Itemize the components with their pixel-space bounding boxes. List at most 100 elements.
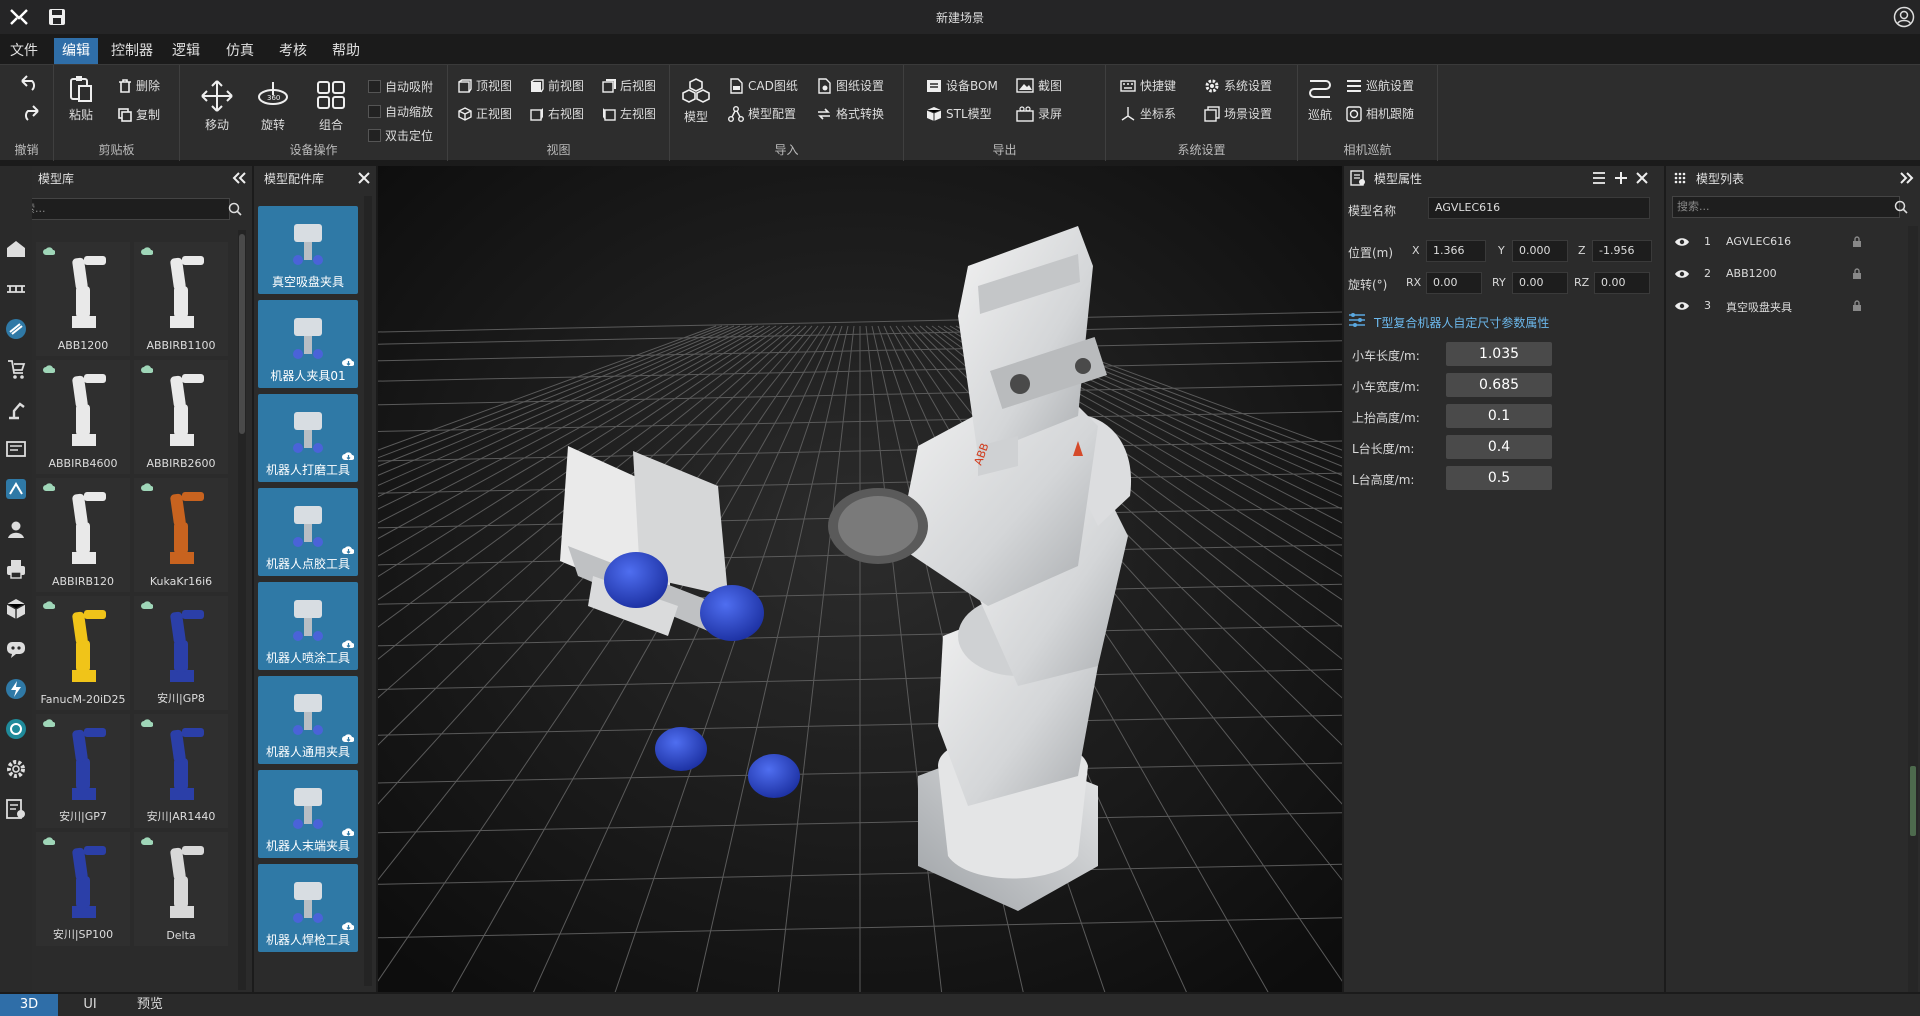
accessory-tile[interactable]: 机器人夹具01 — [258, 300, 358, 388]
sensor-icon[interactable] — [5, 718, 27, 740]
machine-icon[interactable] — [5, 438, 27, 460]
back-view-button[interactable]: 后视图 — [602, 77, 656, 94]
model-tile[interactable]: 安川|GP7 — [36, 714, 130, 828]
copy-button[interactable]: 复制 — [118, 106, 160, 123]
search-icon[interactable] — [228, 202, 242, 216]
model-tile[interactable]: ABB1200 — [36, 242, 130, 356]
search-icon[interactable] — [1894, 200, 1908, 214]
model-search-input[interactable]: 搜索... — [8, 198, 230, 220]
lock-icon[interactable] — [1852, 300, 1862, 312]
move-button[interactable]: 移动 — [200, 79, 234, 133]
lightning-icon[interactable] — [5, 678, 27, 700]
model-list-scrollbar[interactable] — [1908, 226, 1918, 992]
model-list-search-input[interactable]: 搜索... — [1672, 196, 1900, 218]
eye-icon[interactable] — [1674, 236, 1690, 248]
right-view-button[interactable]: 右视图 — [530, 105, 584, 122]
accessory-tile[interactable]: 机器人打磨工具 — [258, 394, 358, 482]
model-list-row[interactable]: 1 AGVLEC616 — [1666, 228, 1906, 256]
model-tile[interactable]: 安川|GP8 — [134, 596, 228, 710]
auto-snap-checkbox[interactable]: 自动吸附 — [368, 78, 433, 95]
lock-icon[interactable] — [1852, 268, 1862, 280]
eye-icon[interactable] — [1674, 300, 1690, 312]
cad-drawing-button[interactable]: CAD图纸 — [728, 77, 798, 94]
rail-track-icon[interactable] — [5, 278, 27, 300]
eye-icon[interactable] — [1674, 268, 1690, 280]
menu-edit[interactable]: 编辑 — [54, 38, 98, 64]
scene-settings-button[interactable]: 场景设置 — [1204, 105, 1272, 122]
coords-button[interactable]: 坐标系 — [1120, 105, 1176, 122]
model-tile[interactable]: Delta — [134, 832, 228, 946]
system-settings-button[interactable]: 系统设置 — [1204, 77, 1272, 94]
rotation-x-input[interactable]: 0.00 — [1426, 272, 1482, 294]
device-bom-button[interactable]: 设备BOM — [926, 77, 998, 94]
model-tile[interactable]: ABBIRB4600 — [36, 360, 130, 474]
worker-icon[interactable] — [5, 518, 27, 540]
accessory-tile[interactable]: 机器人焊枪工具 — [258, 864, 358, 952]
expand-double-right-icon[interactable] — [1900, 172, 1914, 184]
paste-button[interactable]: 粘贴 — [68, 75, 94, 123]
menu-help[interactable]: 帮助 — [324, 38, 368, 64]
model-tile[interactable]: 安川|SP100 — [36, 832, 130, 946]
menu-logic[interactable]: 逻辑 — [164, 38, 208, 64]
accessory-tile[interactable]: 机器人末端夹具 — [258, 770, 358, 858]
shortcut-button[interactable]: 快捷键 — [1120, 77, 1176, 94]
model-tile[interactable]: FanucM-20iD25 — [36, 596, 130, 710]
model-tile[interactable]: 安川|AR1440 — [134, 714, 228, 828]
group-button[interactable]: 组合 — [316, 79, 346, 133]
menu-file[interactable]: 文件 — [2, 38, 46, 64]
model-name-input[interactable]: AGVLEC616 — [1428, 197, 1650, 219]
param-value-input[interactable]: 0.1 — [1446, 404, 1552, 428]
param-value-input[interactable]: 0.685 — [1446, 373, 1552, 397]
scrollbar-thumb[interactable] — [1910, 766, 1916, 836]
import-model-button[interactable]: 模型 — [682, 77, 710, 125]
accessory-tile[interactable]: 机器人点胶工具 — [258, 488, 358, 576]
model-tile[interactable]: ABBIRB1100 — [134, 242, 228, 356]
menu-simulation[interactable]: 仿真 — [218, 38, 262, 64]
record-screen-button[interactable]: 录屏 — [1016, 105, 1062, 122]
model-tile[interactable]: KukaKr16i6 — [134, 478, 228, 592]
position-y-input[interactable]: 0.000 — [1512, 240, 1568, 262]
rotation-z-input[interactable]: 0.00 — [1594, 272, 1650, 294]
param-value-input[interactable]: 0.5 — [1446, 466, 1552, 490]
menu-icon[interactable] — [1592, 171, 1606, 185]
top-view-button[interactable]: 顶视图 — [458, 77, 512, 94]
close-icon[interactable] — [358, 172, 370, 184]
accessory-tile[interactable]: 机器人喷涂工具 — [258, 582, 358, 670]
stl-model-button[interactable]: STL模型 — [926, 105, 992, 122]
undo-icon[interactable] — [20, 75, 40, 91]
position-z-input[interactable]: -1.956 — [1592, 240, 1652, 262]
accessory-tile[interactable]: 机器人通用夹具 — [258, 676, 358, 764]
user-avatar-icon[interactable] — [1893, 6, 1915, 28]
file-settings-icon[interactable] — [5, 798, 27, 820]
printer-icon[interactable] — [5, 558, 27, 580]
cruise-settings-button[interactable]: 巡航设置 — [1346, 77, 1414, 94]
accessory-scrollbar[interactable] — [364, 196, 372, 986]
accessory-tile[interactable]: 真空吸盘夹具 — [258, 206, 358, 294]
model-config-button[interactable]: 模型配置 — [728, 105, 796, 122]
delete-button[interactable]: 删除 — [118, 77, 160, 94]
scrollbar-thumb[interactable] — [239, 234, 245, 434]
collapse-double-left-icon[interactable] — [232, 172, 246, 184]
model-library-scrollbar[interactable] — [238, 230, 246, 990]
chat-bot-icon[interactable] — [5, 638, 27, 660]
redo-icon[interactable] — [20, 105, 40, 121]
3d-viewport[interactable]: ABB — [378, 166, 1342, 992]
close-icon[interactable] — [1636, 172, 1648, 184]
model-list-row[interactable]: 3 真空吸盘夹具 — [1666, 292, 1906, 320]
tab-ui[interactable]: UI — [62, 994, 118, 1016]
box-icon[interactable] — [5, 598, 27, 620]
screenshot-button[interactable]: 截图 — [1016, 77, 1062, 94]
drawing-settings-button[interactable]: 图纸设置 — [816, 77, 884, 94]
lock-icon[interactable] — [1852, 236, 1862, 248]
cnc-icon[interactable] — [5, 478, 27, 500]
tab-preview[interactable]: 预览 — [122, 994, 178, 1016]
home-icon[interactable] — [5, 238, 27, 260]
rotation-y-input[interactable]: 0.00 — [1512, 272, 1568, 294]
model-list-row[interactable]: 2 ABB1200 — [1666, 260, 1906, 288]
position-x-input[interactable]: 1.366 — [1426, 240, 1486, 262]
menu-assessment[interactable]: 考核 — [271, 38, 315, 64]
normal-view-button[interactable]: 正视图 — [458, 105, 512, 122]
settings-gear-icon[interactable] — [5, 758, 27, 780]
rotate-button[interactable]: 360 旋转 — [256, 79, 290, 133]
param-value-input[interactable]: 1.035 — [1446, 342, 1552, 366]
